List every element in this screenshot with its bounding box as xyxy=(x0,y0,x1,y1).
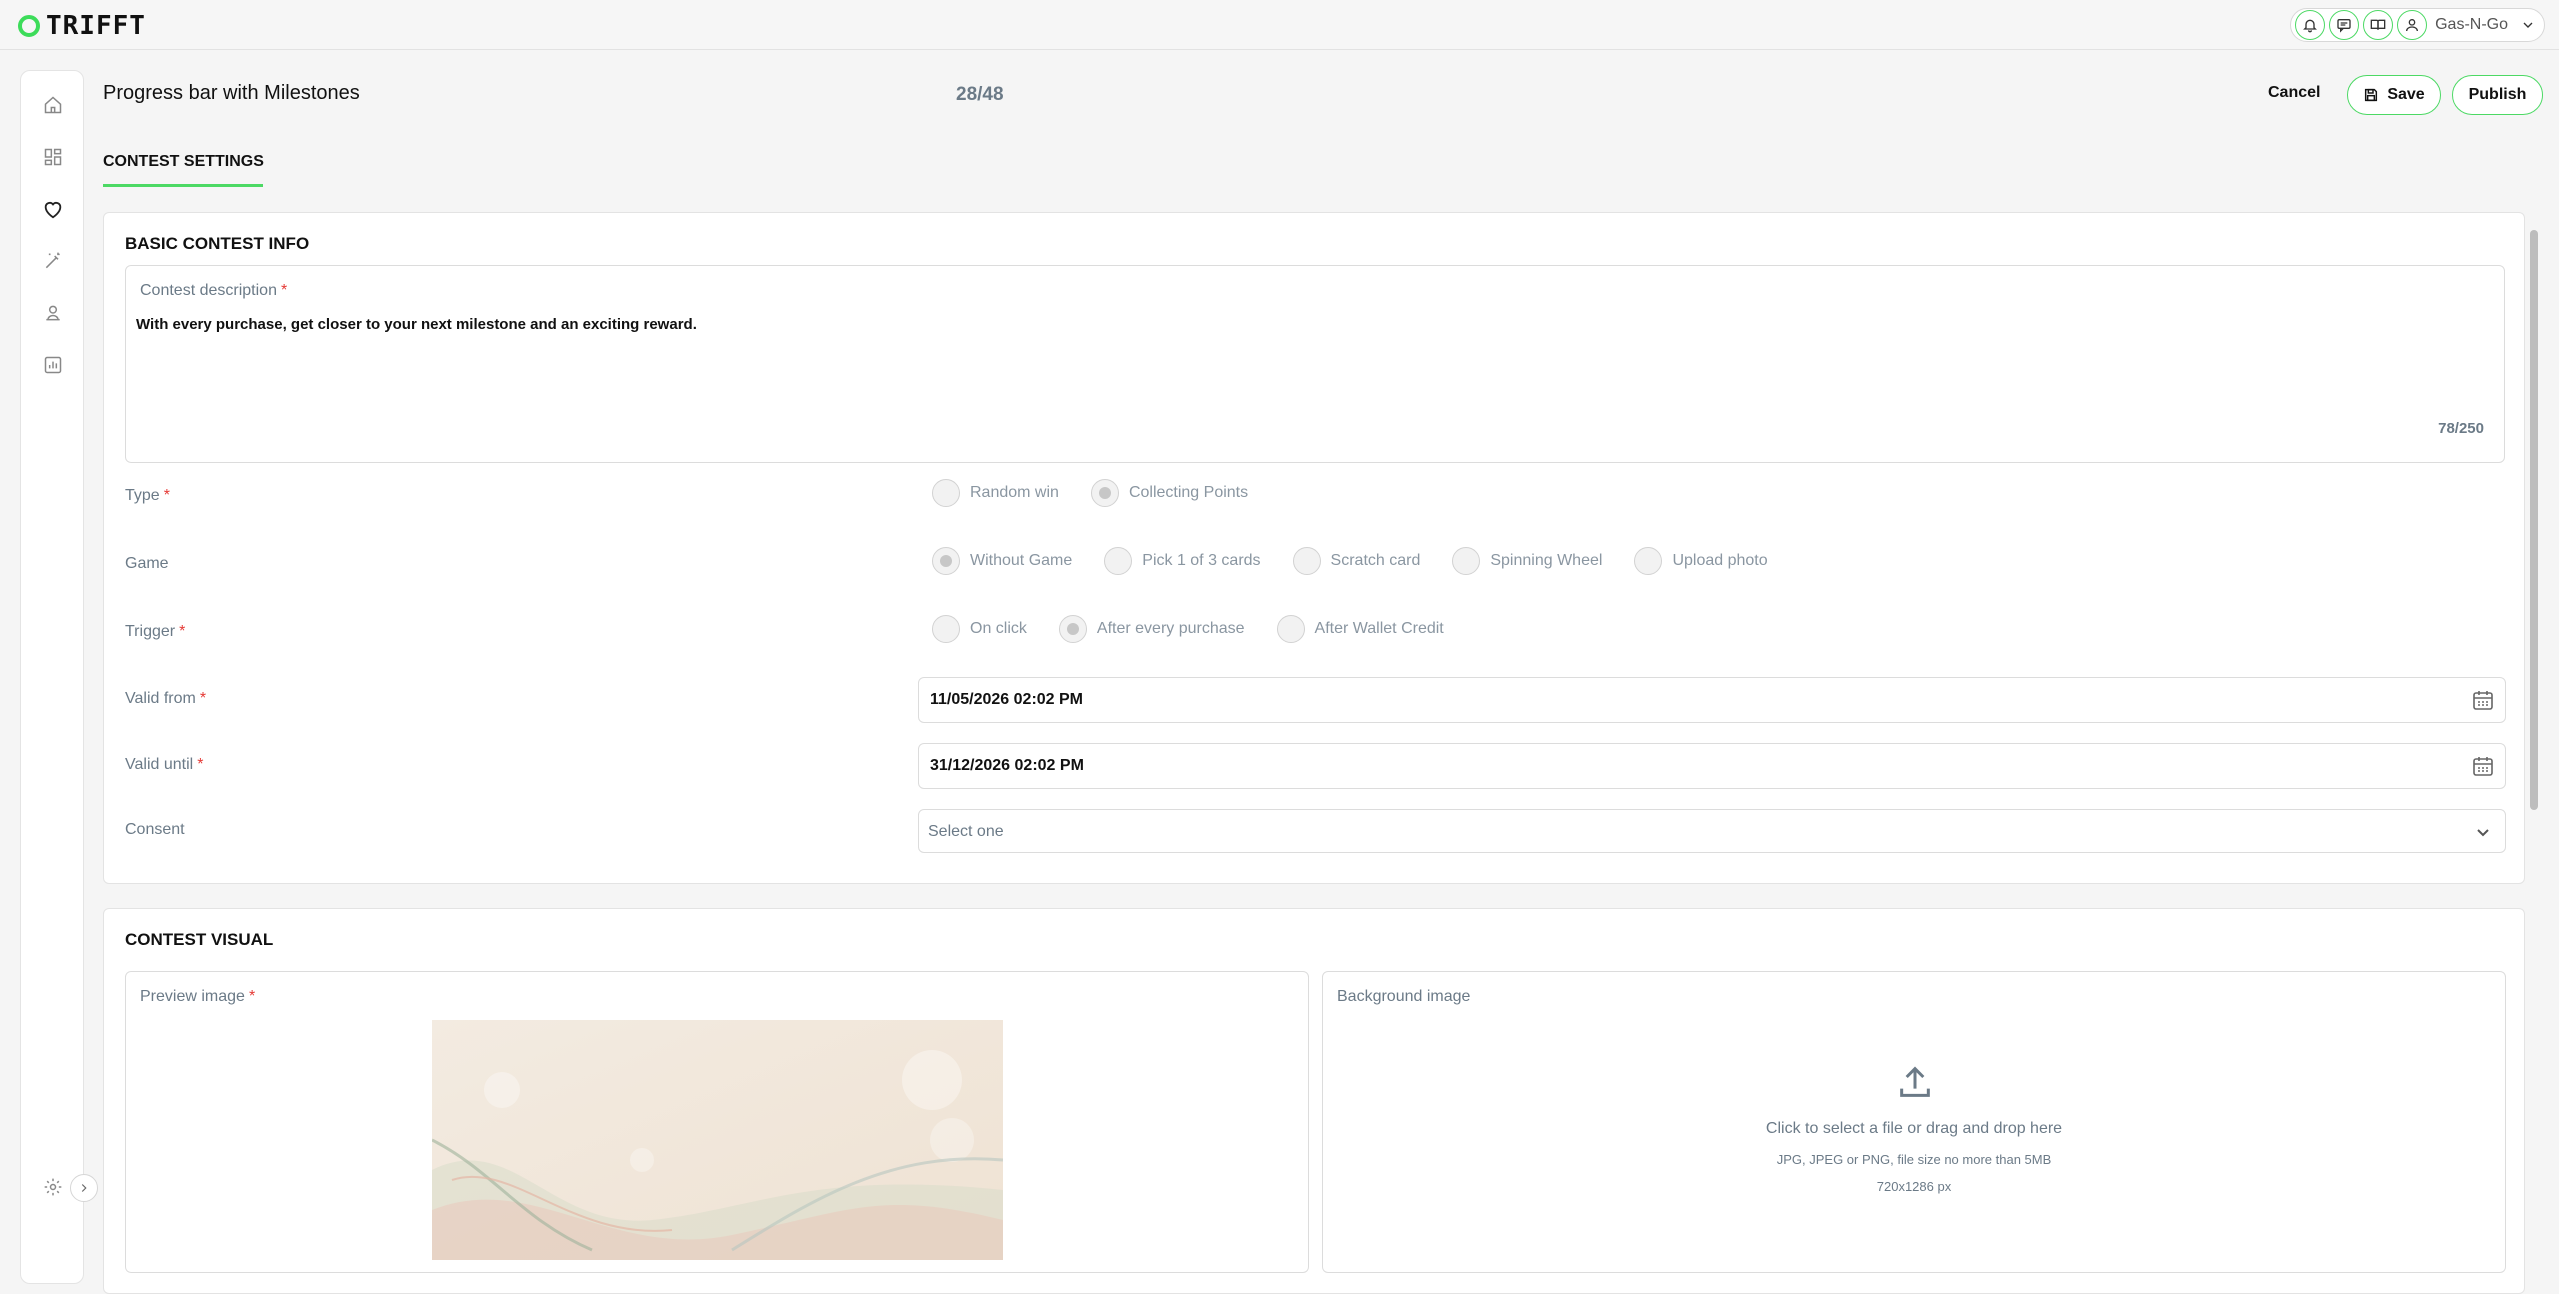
upload-icon[interactable] xyxy=(1895,1062,1935,1102)
top-bar: TRIFFT Gas-N-Go xyxy=(0,0,2559,50)
background-image-uploader[interactable]: Background image Click to select a file … xyxy=(1322,971,2506,1273)
home-icon[interactable] xyxy=(41,93,65,117)
page-title: Progress bar with Milestones xyxy=(103,82,360,104)
valid-from-label: Valid from * xyxy=(125,690,207,707)
progress-counter: 28/48 xyxy=(956,84,1004,105)
calendar-icon[interactable] xyxy=(2471,754,2495,778)
calendar-icon[interactable] xyxy=(2471,688,2495,712)
magic-wand-icon[interactable] xyxy=(41,249,65,273)
dashboard-icon[interactable] xyxy=(41,145,65,169)
contest-visual-card: CONTEST VISUAL Preview image * Backgroun… xyxy=(103,908,2525,1294)
valid-from-input[interactable]: 11/05/2026 02:02 PM xyxy=(918,677,2506,723)
valid-until-input[interactable]: 31/12/2026 02:02 PM xyxy=(918,743,2506,789)
settings-icon[interactable] xyxy=(41,1175,65,1199)
logo-mark-icon xyxy=(18,15,40,37)
game-radio-group: Without Game Pick 1 of 3 cards Scratch c… xyxy=(932,547,1800,575)
contest-description-value[interactable]: With every purchase, get closer to your … xyxy=(136,316,697,333)
character-count: 78/250 xyxy=(2438,420,2484,437)
publish-button[interactable]: Publish xyxy=(2452,75,2543,115)
chevron-right-icon xyxy=(81,1184,87,1192)
logo[interactable]: TRIFFT xyxy=(18,11,146,41)
heart-icon[interactable] xyxy=(41,197,65,221)
save-icon xyxy=(2365,88,2378,102)
type-radio-group: Random win Collecting Points xyxy=(932,479,1280,507)
type-label: Type * xyxy=(125,487,170,504)
bell-icon[interactable] xyxy=(2295,10,2326,40)
radio-spinning-wheel[interactable]: Spinning Wheel xyxy=(1452,547,1602,575)
upload-size-hint: 720x1286 px xyxy=(1876,1179,1952,1194)
radio-on-click[interactable]: On click xyxy=(932,615,1027,643)
radio-scratch-card[interactable]: Scratch card xyxy=(1292,547,1420,575)
user-icon[interactable] xyxy=(2397,10,2428,40)
chevron-down-icon[interactable] xyxy=(2520,17,2536,33)
tab-contest-settings[interactable]: CONTEST SETTINGS xyxy=(103,153,264,171)
basic-contest-info-card: BASIC CONTEST INFO Contest description * … xyxy=(103,212,2525,884)
account-name[interactable]: Gas-N-Go xyxy=(2435,16,2508,34)
radio-pick-1-of-3-cards[interactable]: Pick 1 of 3 cards xyxy=(1104,547,1261,575)
chevron-down-icon xyxy=(2477,829,2489,837)
radio-after-every-purchase[interactable]: After every purchase xyxy=(1058,615,1245,643)
book-icon[interactable] xyxy=(2363,10,2394,40)
cancel-button[interactable]: Cancel xyxy=(2268,84,2320,102)
logo-text: TRIFFT xyxy=(46,11,146,41)
valid-until-label: Valid until * xyxy=(125,756,204,773)
radio-after-wallet-credit[interactable]: After Wallet Credit xyxy=(1276,615,1444,643)
save-button[interactable]: Save xyxy=(2347,75,2441,115)
chart-icon[interactable] xyxy=(41,353,65,377)
upload-hint: JPG, JPEG or PNG, file size no more than… xyxy=(1776,1152,2052,1167)
person-icon[interactable] xyxy=(41,301,65,325)
sidebar-expand-button[interactable] xyxy=(70,1174,98,1202)
radio-without-game[interactable]: Without Game xyxy=(932,547,1072,575)
game-label: Game xyxy=(125,555,169,572)
save-label: Save xyxy=(2387,86,2425,103)
upload-instruction[interactable]: Click to select a file or drag and drop … xyxy=(1323,1120,2505,1138)
contest-description-label: Contest description * xyxy=(140,282,288,299)
consent-label: Consent xyxy=(125,821,185,838)
chat-icon[interactable] xyxy=(2329,10,2360,40)
preview-image-artwork xyxy=(432,1020,1003,1260)
section-title: CONTEST VISUAL xyxy=(125,930,274,949)
radio-collecting-points[interactable]: Collecting Points xyxy=(1090,479,1248,507)
contest-description-field[interactable]: Contest description * With every purchase… xyxy=(125,265,2505,463)
radio-circle xyxy=(932,479,960,507)
section-title: BASIC CONTEST INFO xyxy=(125,234,310,253)
sidebar xyxy=(20,70,84,1284)
tab-active-indicator xyxy=(103,184,263,187)
radio-circle-selected xyxy=(1090,479,1119,507)
radio-upload-photo[interactable]: Upload photo xyxy=(1634,547,1768,575)
trigger-radio-group: On click After every purchase After Wall… xyxy=(932,615,1476,643)
preview-image[interactable] xyxy=(432,1020,1003,1260)
consent-select[interactable]: Select one xyxy=(918,809,2506,853)
background-image-label: Background image xyxy=(1337,988,1471,1005)
account-menu: Gas-N-Go xyxy=(2290,8,2545,42)
scrollbar-thumb[interactable] xyxy=(2530,230,2538,810)
preview-image-label: Preview image * xyxy=(140,988,256,1005)
trigger-label: Trigger * xyxy=(125,623,186,640)
preview-image-uploader[interactable]: Preview image * xyxy=(125,971,1309,1273)
radio-random-win[interactable]: Random win xyxy=(932,479,1059,507)
